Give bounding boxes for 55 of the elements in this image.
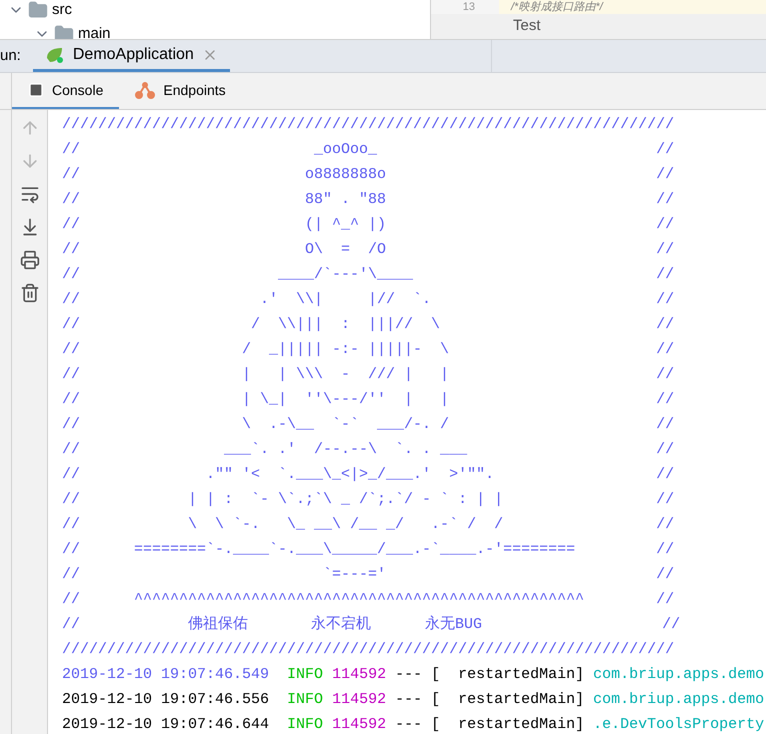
- banner-line: // .' \\| |// `. //: [62, 290, 674, 310]
- tree-item-label[interactable]: src: [52, 0, 72, 22]
- endpoints-icon: [135, 81, 156, 99]
- spring-leaf-icon: [44, 46, 65, 64]
- log-level: INFO: [287, 690, 324, 710]
- banner-line: // o8888888o //: [62, 165, 674, 185]
- log-separator: ---: [395, 690, 422, 710]
- log-logger: com.briup.apps.demo: [593, 690, 764, 710]
- log-separator: ---: [395, 665, 422, 685]
- banner-line: // ___`. .' /--.--\ `. . ___ //: [62, 440, 674, 460]
- banner-line: ////////////////////////////////////////////////////////////////////: [62, 115, 674, 135]
- banner-line: // | \_| ''\---/'' | | //: [62, 390, 674, 410]
- banner-line: // (| ^_^ |) //: [62, 215, 674, 235]
- log-thread: [ restartedMain]: [431, 665, 584, 685]
- banner-line: // | | \\\ - /// | | //: [62, 365, 674, 385]
- log-level: INFO: [287, 665, 324, 685]
- banner-line: // \ .-\__ `-` ___/-. / //: [62, 415, 674, 435]
- print-icon[interactable]: [20, 250, 40, 270]
- console-tab[interactable]: Console: [12, 73, 120, 109]
- banner-line: // ."" '< `.___\_<|>_/___.' >'"". //: [62, 465, 674, 485]
- line-number: 13: [431, 0, 499, 14]
- log-thread: [ restartedMain]: [431, 690, 584, 710]
- log-pid: 114592: [332, 690, 386, 710]
- banner-line: ////////////////////////////////////////////////////////////////////: [62, 640, 674, 660]
- folder-icon: [28, 0, 48, 20]
- log-logger: com.briup.apps.demo: [593, 665, 764, 685]
- log-timestamp: 2019-12-10 19:07:46.644: [62, 715, 270, 734]
- console-tab[interactable]: Endpoints: [119, 73, 242, 109]
- code-comment: /*映射成接口路由*/: [510, 0, 603, 14]
- banner-line: // ========`-.____`-.___\_____/___.-`____.-'======== //: [62, 540, 674, 560]
- log-pid: 114592: [332, 665, 386, 685]
- log-separator: ---: [395, 715, 422, 734]
- banner-line: // \ \ `-. \_ __\ /__ _/ .-` / / //: [62, 515, 674, 535]
- banner-line: // _ooOoo_ //: [62, 140, 674, 160]
- banner-line: // `=---=' //: [62, 565, 674, 585]
- log-timestamp: 2019-12-10 19:07:46.556: [62, 690, 270, 710]
- log-pid: 114592: [332, 715, 386, 734]
- banner-line: // | | : `- \`.;`\ _ /`;.`/ - ` : | | //: [62, 490, 674, 510]
- banner-line: // 佛祖保佑 永不宕机 永无BUG //: [62, 614, 680, 635]
- banner-line: // ^^^^^^^^^^^^^^^^^^^^^^^^^^^^^^^^^^^^^^^^^^^^^^^^^^ //: [62, 590, 674, 610]
- run-label: un:: [0, 46, 22, 66]
- log-level: INFO: [287, 715, 324, 734]
- terminal-icon: [28, 82, 44, 98]
- breadcrumb[interactable]: Test: [513, 15, 541, 38]
- tree-item-label[interactable]: main: [78, 22, 111, 39]
- folder-icon: [54, 24, 74, 39]
- log-thread: [ restartedMain]: [431, 715, 584, 734]
- banner-line: // / \\||| : |||// \ //: [62, 315, 674, 335]
- trash-icon[interactable]: [20, 283, 40, 303]
- banner-line: // / _||||| -:- |||||- \ //: [62, 340, 674, 360]
- banner-line: // 88" . "88 //: [62, 190, 674, 210]
- log-timestamp: 2019-12-10 19:07:46.549: [62, 665, 270, 685]
- banner-line: // ____/`---'\____ //: [62, 265, 674, 285]
- log-logger: .e.DevToolsProperty: [593, 715, 764, 734]
- banner-line: // O\ = /O //: [62, 240, 674, 260]
